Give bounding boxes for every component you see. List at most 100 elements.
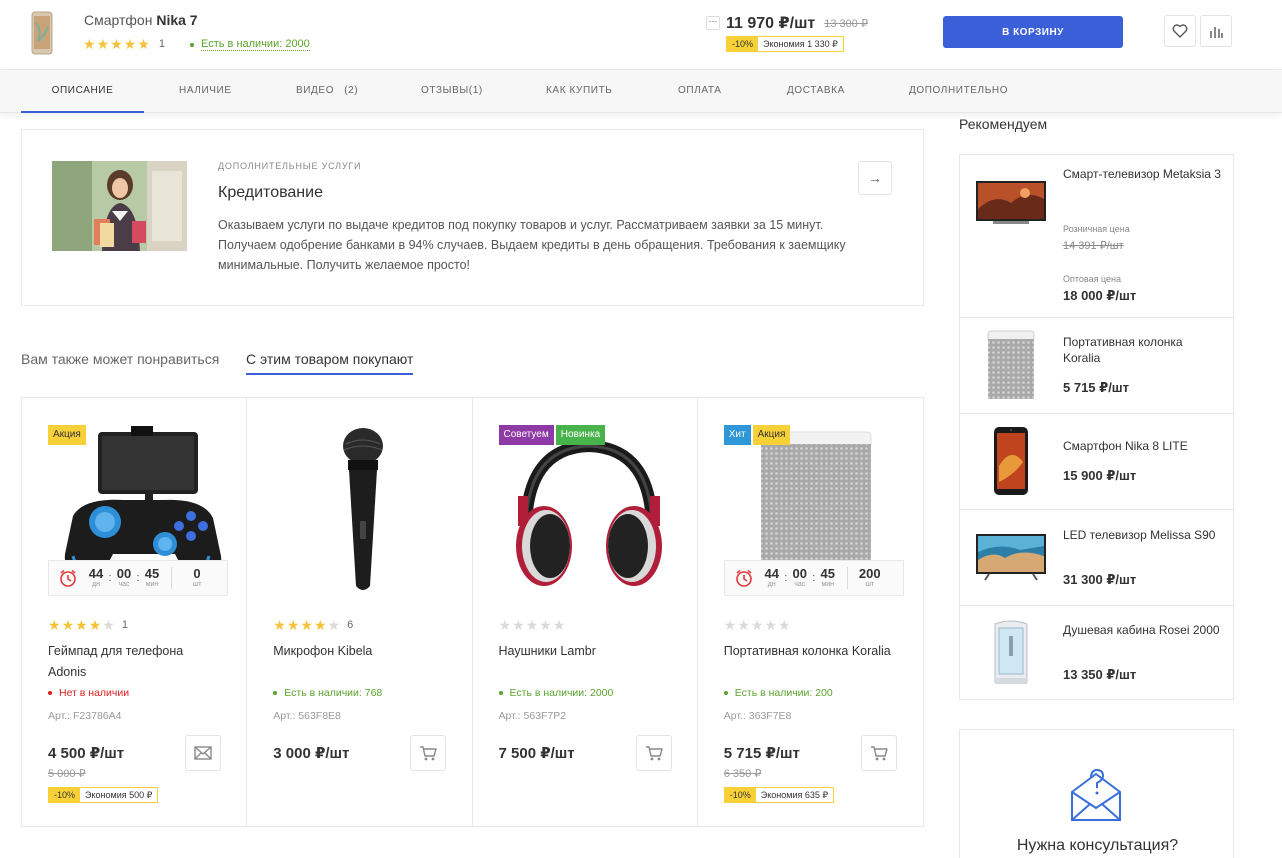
product-rating[interactable]: ★ ★ ★ ★ ★ 1 xyxy=(48,618,128,632)
recommended-item[interactable]: LED телевизор Melissa S90 31 300 ₽/шт xyxy=(960,510,1233,606)
star-empty-icon: ★ xyxy=(539,617,552,633)
product-grid: Акция 44 дн: 00 час: 45 мин 0 шт ★ ★ ★… xyxy=(21,397,924,827)
star-empty-icon: ★ xyxy=(737,617,750,633)
compare-button[interactable] xyxy=(1200,15,1232,47)
countdown-timer: 44 дн : 00 час : 45 мин 0 шт xyxy=(48,560,228,596)
product-sku: Арт.: 563F7P2 xyxy=(498,710,567,722)
credit-title[interactable]: Кредитование xyxy=(218,184,323,202)
product-card[interactable]: Хит Акция 44 дн : 00 час: 45 мин 200 шт… xyxy=(698,398,923,826)
recommended-item-price: 15 900 ₽/шт xyxy=(1063,468,1137,483)
recommended-item[interactable]: Смартфон Nika 8 LITE 15 900 ₽/шт xyxy=(960,414,1233,510)
add-to-cart-button[interactable] xyxy=(860,735,897,771)
review-count: 6 xyxy=(347,619,354,631)
product-card[interactable]: ★ ★ ★ ★ ★ 6 Микрофон Kibela Есть в наличии: … xyxy=(247,398,473,826)
add-to-cart-button[interactable] xyxy=(410,735,447,771)
favorite-button[interactable] xyxy=(1164,15,1196,47)
sale-badge: Акция xyxy=(752,425,791,445)
star-empty-icon: ★ xyxy=(552,617,566,633)
recommended-item-image[interactable] xyxy=(974,618,1048,688)
star-empty-icon: ★ xyxy=(723,617,737,633)
recommended-item[interactable]: Портативная колонка Koralia 5 715 ₽/шт xyxy=(960,318,1233,414)
product-card[interactable]: Акция 44 дн: 00 час: 45 мин 0 шт ★ ★ ★… xyxy=(22,398,248,826)
notify-button[interactable] xyxy=(185,735,221,771)
recommended-item-name[interactable]: Смартфон Nika 8 LITE xyxy=(1063,438,1223,454)
cart-icon xyxy=(420,746,437,761)
star-empty-icon: ★ xyxy=(327,617,341,633)
recommended-item-name[interactable]: Душевая кабина Rosei 2000 xyxy=(1063,622,1223,638)
tab-availability[interactable]: НАЛИЧИЕ xyxy=(179,70,232,113)
recommended-item-image[interactable] xyxy=(974,426,1048,496)
star-filled-icon: ★ xyxy=(313,617,327,633)
consultation-card[interactable]: Нужна консультация? xyxy=(959,729,1234,858)
tab-you-may-like[interactable]: Вам также может понравиться xyxy=(21,351,219,375)
product-badges: Хит Акция xyxy=(723,425,791,445)
old-price: 5 000 ₽ xyxy=(48,768,86,780)
star-empty-icon: ★ xyxy=(512,617,525,633)
tab-delivery[interactable]: ДОСТАВКА xyxy=(787,70,845,113)
stock-status: Нет в наличии xyxy=(48,687,129,699)
product-thumbnail[interactable] xyxy=(22,9,62,57)
recommended-item-name[interactable]: Смарт-телевизор Metaksia 3 xyxy=(1063,166,1223,182)
consultation-title: Нужна консультация? xyxy=(1016,837,1179,854)
price: 11 970 ₽/шт xyxy=(726,15,816,32)
review-count: 1 xyxy=(121,619,128,631)
product-image[interactable] xyxy=(273,426,453,596)
discount-badge: -10% Экономия 1 330 ₽ xyxy=(726,35,844,52)
rating-stars: ★ ★ ★ ★ ★ xyxy=(273,618,340,632)
tab-video[interactable]: ВИДЕО (2) xyxy=(296,70,358,113)
recommended-item[interactable]: Смарт-телевизор Metaksia 3 Розничная цен… xyxy=(960,155,1233,318)
mail-icon xyxy=(194,746,212,760)
product-badges: Советуем Новинка xyxy=(498,425,606,445)
add-to-cart-button[interactable] xyxy=(635,735,672,771)
product-image[interactable] xyxy=(499,426,679,596)
product-rating[interactable]: ★ ★ ★ ★ ★ 6 xyxy=(273,618,353,632)
tab-payment[interactable]: ОПЛАТА xyxy=(678,70,721,113)
recommended-item-name[interactable]: Портативная колонка Koralia xyxy=(1063,334,1223,366)
product-rating[interactable]: ★ ★ ★ ★ ★ xyxy=(499,618,566,632)
stock-status: Есть в наличии: 200 xyxy=(723,687,833,699)
product-name[interactable]: Наушники Lambr xyxy=(499,641,674,662)
star-filled-icon: ★ xyxy=(83,36,96,52)
credit-image[interactable] xyxy=(52,161,187,251)
recommended-item[interactable]: Душевая кабина Rosei 2000 13 350 ₽/шт xyxy=(960,606,1233,701)
recommended-item-price: 13 350 ₽/шт xyxy=(1063,667,1137,682)
recommended-item-name[interactable]: LED телевизор Melissa S90 xyxy=(1063,527,1223,543)
product-name[interactable]: Геймпад для телефона Adonis xyxy=(48,641,223,683)
star-empty-icon: ★ xyxy=(764,617,777,633)
recommended-item-image[interactable] xyxy=(974,532,1048,582)
product-name[interactable]: Портативная колонка Koralia xyxy=(724,641,899,662)
retail-price: 14 391 ₽/шт xyxy=(1063,240,1124,252)
stock-dot-icon xyxy=(723,691,728,695)
review-count: 1 xyxy=(158,38,165,50)
stock-dot-icon xyxy=(48,691,52,695)
product-rating[interactable]: ★ ★ ★ ★ ★ xyxy=(724,618,791,632)
tab-description[interactable]: ОПИСАНИЕ xyxy=(21,70,144,113)
star-empty-icon: ★ xyxy=(750,617,764,633)
product-tabs: ОПИСАНИЕ НАЛИЧИЕ ВИДЕО (2) ОТЗЫВЫ(1) КАК… xyxy=(0,70,1282,113)
star-filled-icon: ★ xyxy=(123,36,137,52)
product-sku: Арт.: 363F7E8 xyxy=(723,710,792,722)
tab-additional[interactable]: ДОПОЛНИТЕЛЬНО xyxy=(909,70,1008,113)
more-dots-icon[interactable]: ··· xyxy=(706,16,720,30)
recommended-item-image[interactable] xyxy=(974,177,1048,231)
credit-service-card: ДОПОЛНИТЕЛЬНЫЕ УСЛУГИ Кредитование Оказы… xyxy=(21,129,924,306)
recommended-item-image[interactable] xyxy=(974,330,1048,400)
product-price: 7 500 ₽/шт xyxy=(498,745,575,762)
product-name[interactable]: Микрофон Kibela xyxy=(273,641,448,662)
product-price: 4 500 ₽/шт xyxy=(48,745,125,762)
credit-description: Оказываем услуги по выдаче кредитов под … xyxy=(218,218,846,272)
credit-arrow-button[interactable]: → xyxy=(858,161,892,195)
stock-status[interactable]: Есть в наличии: 2000 xyxy=(190,38,310,51)
tab-reviews[interactable]: ОТЗЫВЫ(1) xyxy=(421,70,483,113)
product-title: Смартфон Nika 7 xyxy=(84,12,198,28)
heart-icon xyxy=(1172,24,1188,38)
product-card[interactable]: Советуем Новинка ★ ★ ★ ★ ★ Наушники Lambr xyxy=(473,398,698,826)
hit-badge: Хит xyxy=(723,425,751,445)
stock-dot-icon xyxy=(273,691,278,695)
arrow-right-icon: → xyxy=(868,170,882,186)
add-to-cart-button[interactable]: В КОРЗИНУ xyxy=(943,16,1123,48)
product-rating[interactable]: ★ ★ ★ ★ ★ 1 xyxy=(83,37,165,51)
tab-how-to-buy[interactable]: КАК КУПИТЬ xyxy=(546,70,612,113)
tab-bought-together[interactable]: С этим товаром покупают xyxy=(246,351,414,375)
rating-stars: ★ ★ ★ ★ ★ xyxy=(724,618,791,632)
